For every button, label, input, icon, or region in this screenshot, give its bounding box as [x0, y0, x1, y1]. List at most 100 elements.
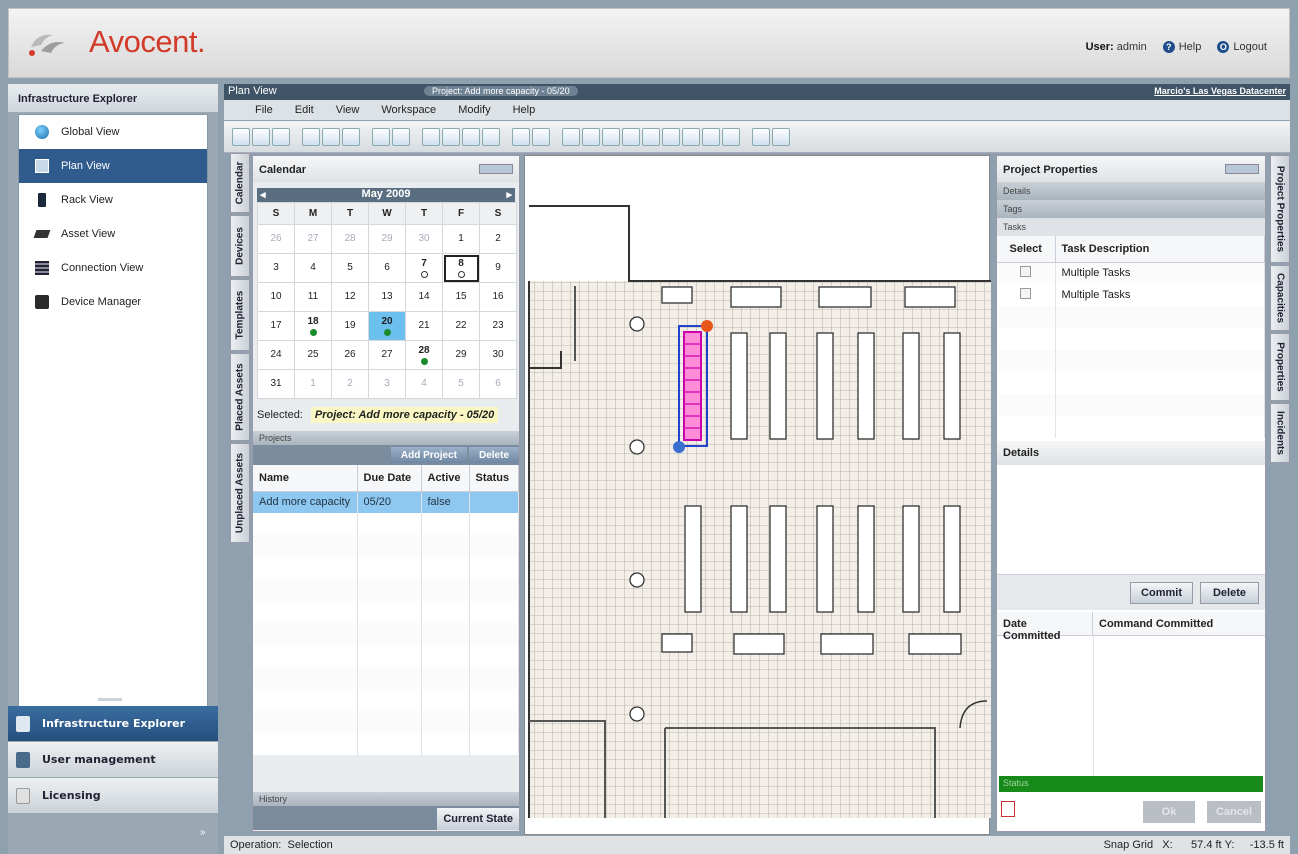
menu-workspace[interactable]: Workspace — [370, 100, 447, 120]
tab-properties[interactable]: Properties — [1270, 333, 1290, 401]
snap-grid-toggle[interactable]: Snap Grid — [1104, 839, 1154, 851]
calendar-day[interactable]: 19 — [331, 311, 369, 341]
calendar-day[interactable]: 28 — [405, 340, 443, 370]
add-project-button[interactable]: Add Project — [390, 447, 467, 463]
calendar-day[interactable]: 8 — [442, 253, 480, 283]
help-link[interactable]: ? Help — [1162, 41, 1201, 53]
calendar-day[interactable]: 21 — [405, 311, 443, 341]
tab-devices[interactable]: Devices — [230, 215, 250, 277]
polyline-icon[interactable] — [582, 127, 600, 146]
delete-project-button[interactable]: Delete — [468, 447, 519, 463]
table-row[interactable]: Add more capacity 05/20 false — [253, 491, 519, 513]
zoom-fit-icon[interactable] — [462, 127, 480, 146]
copy-icon[interactable] — [322, 127, 340, 146]
calendar-day[interactable]: 2 — [479, 224, 517, 254]
menu-file[interactable]: File — [244, 100, 284, 120]
section-tasks[interactable]: Tasks — [997, 218, 1265, 236]
zoom-select-icon[interactable] — [482, 127, 500, 146]
current-state-button[interactable]: Current State — [437, 808, 519, 830]
refresh-icon[interactable] — [272, 127, 290, 146]
calendar-day[interactable]: 5 — [442, 369, 480, 399]
calendar-day[interactable]: 17 — [257, 311, 295, 341]
new-icon[interactable] — [232, 127, 250, 146]
calendar-day[interactable]: 27 — [368, 340, 406, 370]
collapse-button[interactable]: » — [200, 827, 206, 838]
nav-item-global-view[interactable]: Global View — [19, 115, 207, 149]
calendar-day[interactable]: 30 — [479, 340, 517, 370]
ungroup-icon[interactable] — [772, 127, 790, 146]
curve-icon[interactable] — [602, 127, 620, 146]
pdf-icon[interactable] — [1001, 801, 1015, 817]
tab-placed-assets[interactable]: Placed Assets — [230, 353, 250, 441]
nav-item-rack-view[interactable]: Rack View — [19, 183, 207, 217]
calendar-day[interactable]: 16 — [479, 282, 517, 312]
menu-help[interactable]: Help — [502, 100, 547, 120]
bottom-nav-licensing[interactable]: Licensing — [8, 778, 218, 814]
next-month-icon[interactable]: ▸ — [506, 188, 512, 201]
calendar-day[interactable]: 12 — [331, 282, 369, 312]
task-checkbox[interactable] — [1020, 266, 1032, 278]
group-icon[interactable] — [752, 127, 770, 146]
calendar-day[interactable]: 27 — [294, 224, 332, 254]
calendar-day[interactable]: 24 — [257, 340, 295, 370]
calendar-day[interactable]: 30 — [405, 224, 443, 254]
datacenter-link[interactable]: Marcio's Las Vegas Datacenter — [1154, 86, 1286, 96]
menu-edit[interactable]: Edit — [284, 100, 325, 120]
prev-month-icon[interactable]: ◂ — [260, 188, 266, 201]
calendar-day[interactable]: 28 — [331, 224, 369, 254]
cut-icon[interactable] — [302, 127, 320, 146]
calendar-day[interactable]: 26 — [257, 224, 295, 254]
rectangle-icon[interactable] — [662, 127, 680, 146]
zoom-out-icon[interactable] — [442, 127, 460, 146]
calendar-day[interactable]: 15 — [442, 282, 480, 312]
bar-icon[interactable] — [722, 127, 740, 146]
panel-controls-icon[interactable] — [1225, 164, 1259, 174]
column-header[interactable]: Name — [253, 465, 358, 492]
edit-icon[interactable] — [252, 127, 270, 146]
calendar-day[interactable]: 25 — [294, 340, 332, 370]
shape-icon[interactable] — [682, 127, 700, 146]
tab-calendar[interactable]: Calendar — [230, 153, 250, 213]
calendar-day[interactable]: 10 — [257, 282, 295, 312]
calendar-day[interactable]: 20 — [368, 311, 406, 341]
panel-divider-handle[interactable] — [98, 698, 122, 701]
calendar-day[interactable]: 29 — [442, 340, 480, 370]
calendar-day[interactable]: 6 — [368, 253, 406, 283]
commit-button[interactable]: Commit — [1130, 582, 1193, 604]
nav-item-connection-view[interactable]: Connection View — [19, 251, 207, 285]
calendar-day[interactable]: 26 — [331, 340, 369, 370]
ok-button[interactable]: Ok — [1143, 801, 1195, 823]
envelope-icon[interactable] — [702, 127, 720, 146]
zoom-in-icon[interactable] — [422, 127, 440, 146]
circle-icon[interactable] — [642, 127, 660, 146]
calendar-day[interactable]: 22 — [442, 311, 480, 341]
calendar-day[interactable]: 11 — [294, 282, 332, 312]
column-header[interactable]: Due Date — [357, 465, 422, 492]
image-icon[interactable] — [622, 127, 640, 146]
column-header[interactable]: Date Committed — [997, 612, 1093, 642]
calendar-day[interactable]: 6 — [479, 369, 517, 399]
column-header[interactable]: Command Committed — [1093, 612, 1219, 635]
calendar-day[interactable]: 13 — [368, 282, 406, 312]
tab-capacities[interactable]: Capacities — [1270, 265, 1290, 331]
floor-plan-canvas[interactable] — [524, 155, 991, 835]
column-header[interactable]: Status — [469, 465, 519, 492]
calendar-day[interactable]: 3 — [368, 369, 406, 399]
calendar-day[interactable]: 3 — [257, 253, 295, 283]
calendar-day[interactable]: 23 — [479, 311, 517, 341]
nav-item-plan-view[interactable]: Plan View — [19, 149, 207, 183]
pointer-icon[interactable] — [512, 127, 530, 146]
calendar-day[interactable]: 4 — [294, 253, 332, 283]
calendar-day[interactable]: 1 — [294, 369, 332, 399]
calendar-day[interactable]: 31 — [257, 369, 295, 399]
bottom-nav-infrastructure-explorer[interactable]: Infrastructure Explorer — [8, 706, 218, 742]
menu-modify[interactable]: Modify — [447, 100, 501, 120]
tab-incidents[interactable]: Incidents — [1270, 403, 1290, 463]
calendar-day[interactable]: 29 — [368, 224, 406, 254]
calendar-day[interactable]: 7 — [405, 253, 443, 283]
calendar-day[interactable]: 5 — [331, 253, 369, 283]
calendar-day[interactable]: 2 — [331, 369, 369, 399]
table-row[interactable]: Multiple Tasks — [997, 262, 1265, 284]
column-header[interactable]: Select — [997, 236, 1056, 263]
nav-item-asset-view[interactable]: Asset View — [19, 217, 207, 251]
